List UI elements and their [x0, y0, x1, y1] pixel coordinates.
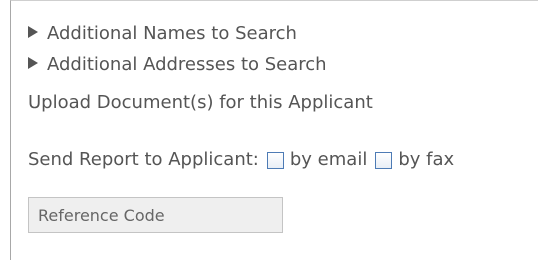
- send-report-label: Send Report to Applicant:: [28, 149, 259, 170]
- by-fax-label: by fax: [398, 149, 455, 170]
- by-email-label: by email: [289, 149, 368, 170]
- by-fax-checkbox[interactable]: [375, 151, 393, 169]
- send-report-row: Send Report to Applicant: by email by fa…: [28, 149, 454, 171]
- applicant-options-panel: Additional Names to Search Additional Ad…: [10, 0, 538, 260]
- reference-code-input[interactable]: [28, 197, 283, 233]
- expand-triangle-icon: [28, 57, 38, 69]
- additional-names-label: Additional Names to Search: [47, 23, 297, 44]
- upload-documents-link[interactable]: Upload Document(s) for this Applicant: [28, 93, 373, 113]
- expand-triangle-icon: [28, 26, 38, 38]
- additional-addresses-expander[interactable]: Additional Addresses to Search: [28, 55, 327, 75]
- by-email-checkbox[interactable]: [266, 151, 284, 169]
- additional-addresses-label: Additional Addresses to Search: [47, 54, 327, 75]
- additional-names-expander[interactable]: Additional Names to Search: [28, 24, 297, 44]
